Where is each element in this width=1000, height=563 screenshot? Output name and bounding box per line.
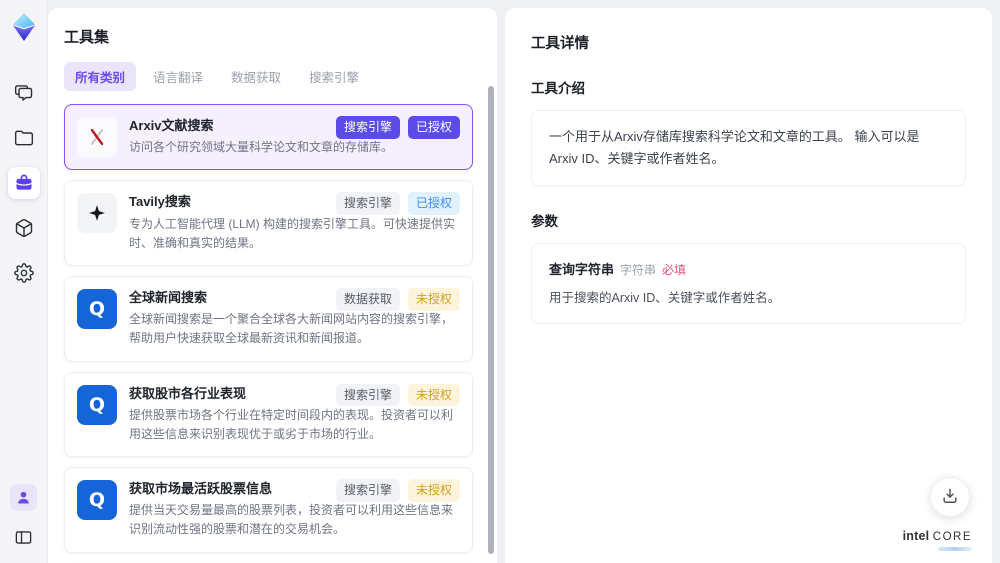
- tool-list-panel: 工具集 所有类别 语言翻译 数据获取 搜索引擎 Arxiv文献搜索 访问各个研究领域大…: [48, 8, 497, 563]
- param-type: 字符串: [620, 263, 657, 278]
- sidebar-item-collapse[interactable]: [10, 523, 38, 551]
- param-description: 用于搜索的Arxiv ID、关键字或作者姓名。: [549, 291, 781, 306]
- tool-description: 提供当天交易量最高的股票列表，投资者可以利用这些信息来识别流动性强的股票和潜在的…: [129, 503, 454, 537]
- sidebar-item-folder[interactable]: [8, 122, 40, 154]
- category-tab-2[interactable]: 数据获取: [220, 62, 292, 91]
- cube-icon: [14, 218, 34, 238]
- app-logo[interactable]: [10, 12, 38, 47]
- sidebar-item-packages[interactable]: [8, 212, 40, 244]
- param-name: 查询字符串: [549, 262, 615, 278]
- sidebar: [0, 0, 48, 563]
- qnews-tool-icon: Q: [77, 384, 117, 425]
- qnews-tool-icon: Q: [77, 480, 117, 521]
- intel-core-logo: intel CORE: [902, 529, 972, 551]
- tool-badges: 搜索引擎 已授权: [335, 192, 460, 216]
- status-badge: 已授权: [407, 192, 460, 216]
- category-badge: 搜索引擎: [335, 192, 400, 216]
- list-scrollbar[interactable]: [488, 86, 494, 554]
- intro-heading: 工具介绍: [531, 81, 585, 96]
- category-badge: 数据获取: [335, 287, 400, 311]
- arxiv-tool-icon: [77, 117, 117, 157]
- sidebar-bottom: [10, 484, 38, 551]
- folder-icon: [14, 128, 34, 148]
- status-badge: 未授权: [407, 479, 460, 502]
- sidebar-item-profile[interactable]: [10, 484, 37, 511]
- chat-icon: [14, 83, 34, 103]
- tool-detail-panel: 工具详情 工具介绍 一个用于从Arxiv存储库搜索科学论文和文章的工具。 输入可…: [505, 8, 992, 563]
- tool-card[interactable]: Arxiv文献搜索 访问各个研究领域大量科学论文和文章的存储库。 搜索引擎 已授…: [64, 104, 473, 171]
- tool-card[interactable]: Tavily搜索 专为人工智能代理 (LLM) 构建的搜索引擎工具。可快速提供实…: [64, 180, 473, 266]
- category-badge: 搜索引擎: [335, 479, 400, 502]
- category-tab-0[interactable]: 所有类别: [64, 62, 137, 91]
- tool-badges: 搜索引擎 未授权: [335, 383, 460, 407]
- status-badge: 已授权: [407, 116, 460, 139]
- params-heading: 参数: [531, 214, 558, 230]
- sidebar-item-tools[interactable]: [7, 167, 40, 199]
- category-badge: 搜索引擎: [335, 116, 400, 139]
- tool-badges: 搜索引擎 未授权: [335, 479, 460, 502]
- param-required-flag: 必填: [662, 263, 687, 278]
- intel-wordmark: intel: [902, 529, 930, 544]
- briefcase-icon: [14, 173, 34, 193]
- tool-badges: 数据获取 未授权: [335, 287, 460, 311]
- tool-description: 访问各个研究领域大量科学论文和文章的存储库。: [129, 140, 394, 155]
- category-tabs: 所有类别 语言翻译 数据获取 搜索引擎: [64, 62, 483, 91]
- gear-icon: [13, 263, 34, 283]
- tool-description: 全球新闻搜索是一个聚合全球各大新闻网站内容的搜索引擎，帮助用户快速获取全球最新资…: [129, 312, 454, 346]
- main-content: 工具集 所有类别 语言翻译 数据获取 搜索引擎 Arxiv文献搜索 访问各个研究领域大…: [48, 0, 1000, 563]
- param-item: 查询字符串 字符串 必填 用于搜索的Arxiv ID、关键字或作者姓名。: [549, 259, 948, 308]
- detail-title: 工具详情: [531, 36, 589, 52]
- tool-intro-text: 一个用于从Arxiv存储库搜索科学论文和文章的工具。 输入可以是Arxiv ID…: [531, 110, 966, 187]
- app-window: 工具集 所有类别 语言翻译 数据获取 搜索引擎 Arxiv文献搜索 访问各个研究领域大…: [0, 0, 1000, 563]
- sidebar-nav: [7, 77, 40, 289]
- download-icon: [940, 486, 960, 509]
- user-avatar-icon: [15, 489, 32, 506]
- sidebar-item-chat[interactable]: [8, 77, 40, 109]
- tool-card[interactable]: Q 全球新闻搜索 全球新闻搜索是一个聚合全球各大新闻网站内容的搜索引擎，帮助用户…: [64, 275, 473, 362]
- category-badge: 搜索引擎: [335, 383, 400, 407]
- qnews-tool-icon: Q: [77, 288, 117, 329]
- tool-description: 专为人工智能代理 (LLM) 构建的搜索引擎工具。可快速提供实时、准确和真实的结…: [129, 216, 456, 250]
- page-title: 工具集: [64, 29, 110, 46]
- sidebar-item-settings[interactable]: [8, 257, 40, 289]
- panel-toggle-icon: [14, 528, 33, 547]
- core-wordmark: CORE: [932, 531, 972, 544]
- tool-description: 提供股票市场各个行业在特定时间段内的表现。投资者可以利用这些信息来识别表现优于或…: [129, 407, 454, 441]
- params-box: 查询字符串 字符串 必填 用于搜索的Arxiv ID、关键字或作者姓名。: [531, 243, 966, 325]
- status-badge: 未授权: [407, 287, 460, 311]
- tool-card[interactable]: Q 获取股市各行业表现 提供股票市场各个行业在特定时间段内的表现。投资者可以利用…: [64, 371, 473, 458]
- category-tab-1[interactable]: 语言翻译: [142, 62, 214, 91]
- tavily-tool-icon: [77, 193, 117, 234]
- download-button[interactable]: [930, 477, 970, 517]
- diamond-logo-icon: [10, 13, 38, 46]
- tool-badges: 搜索引擎 已授权: [335, 116, 460, 139]
- status-badge: 未授权: [407, 383, 460, 407]
- intel-gradient-bar: [938, 547, 972, 551]
- tool-card[interactable]: Q 获取市场最活跃股票信息 提供当天交易量最高的股票列表，投资者可以利用这些信息…: [64, 467, 473, 553]
- tool-list: Arxiv文献搜索 访问各个研究领域大量科学论文和文章的存储库。 搜索引擎 已授…: [64, 104, 483, 563]
- category-tab-3[interactable]: 搜索引擎: [298, 62, 370, 91]
